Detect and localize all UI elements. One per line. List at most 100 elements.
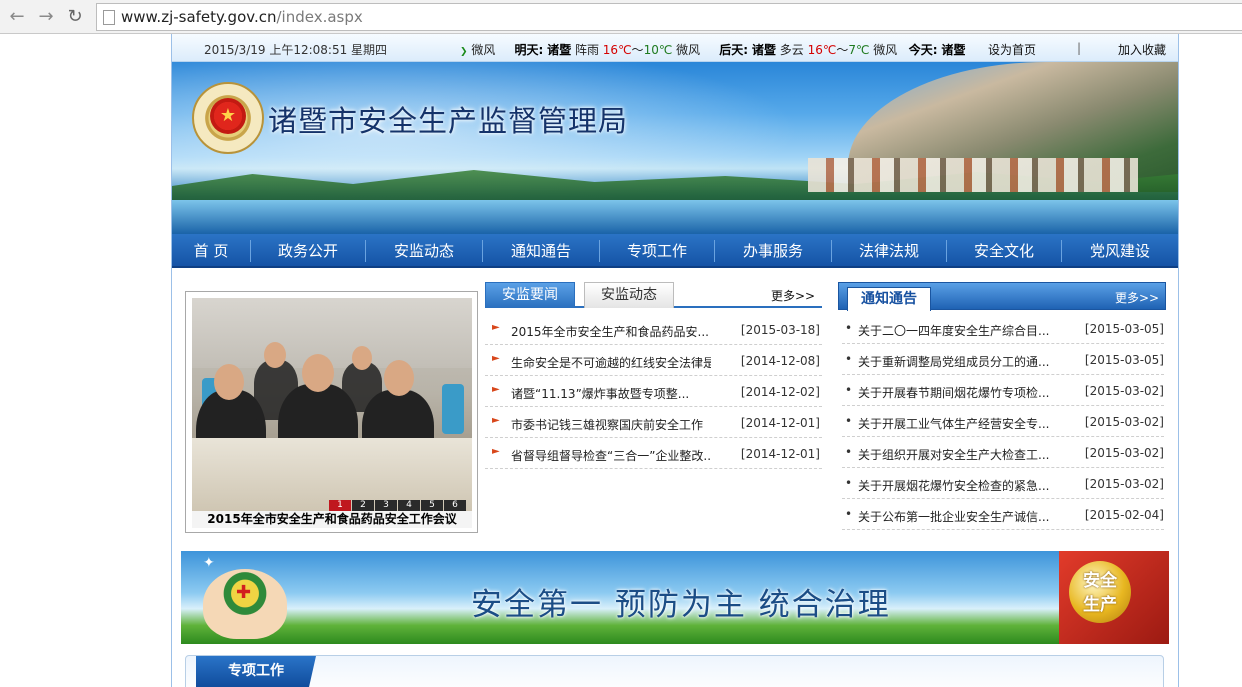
url-path: /index.aspx	[276, 8, 363, 26]
arrow-bullet-icon: ►	[492, 446, 500, 457]
photo-seat	[442, 384, 464, 434]
list-item[interactable]: ► 市委书记钱三雄视察国庆前安全工作 [2014-12-01]	[485, 407, 822, 438]
photo-head	[302, 354, 334, 392]
badge-line-2: 生产	[1083, 595, 1117, 615]
notice-date: [2015-03-05]	[1084, 353, 1164, 367]
page-icon	[103, 10, 115, 25]
list-item[interactable]: • 关于开展工业气体生产经营安全专... [2015-03-02]	[842, 406, 1164, 437]
nav-item-home[interactable]: 首 页	[172, 234, 250, 268]
tab-safety-headlines[interactable]: 安监要闻	[485, 282, 575, 308]
tomorrow-sep: ～	[631, 43, 644, 57]
news-title[interactable]: 生命安全是不可逾越的红线安全法律是...	[511, 354, 711, 371]
list-item[interactable]: ► 2015年全市安全生产和食品药品安... [2015-03-18]	[485, 314, 822, 345]
forward-arrow-icon[interactable]: →	[35, 6, 57, 28]
slide-dot-6[interactable]: 6	[444, 500, 466, 511]
notice-date: [2015-02-04]	[1084, 508, 1164, 522]
nav-item-laws[interactable]: 法律法规	[832, 234, 946, 268]
slogan-text: 安全第一 预防为主 统合治理	[471, 587, 891, 623]
notice-title[interactable]: 关于二〇一四年度安全生产综合目...	[858, 322, 1070, 339]
national-emblem-icon: ★	[192, 82, 264, 154]
main-navigation: 首 页 政务公开 安监动态 通知通告 专项工作 办事服务 法律法规 安全文化 党…	[172, 234, 1178, 268]
notice-title[interactable]: 关于开展春节期间烟花爆竹专项检...	[858, 384, 1070, 401]
slideshow-caption[interactable]: 2015年全市安全生产和食品药品安全工作会议	[192, 511, 472, 528]
list-item[interactable]: • 关于公布第一批企业安全生产诚信... [2015-02-04]	[842, 499, 1164, 530]
nav-item-government-affairs[interactable]: 政务公开	[251, 234, 365, 268]
slide-dot-1[interactable]: 1	[329, 500, 351, 511]
list-item[interactable]: • 关于重新调整局党组成员分工的通... [2015-03-05]	[842, 344, 1164, 375]
news-date: [2014-12-01]	[740, 416, 820, 430]
dot-bullet-icon: •	[845, 445, 853, 459]
notices-more-link[interactable]: 更多>>	[1115, 289, 1159, 306]
address-bar[interactable]: www.zj-safety.gov.cn/index.aspx	[96, 3, 1242, 31]
nav-item-notices[interactable]: 通知通告	[483, 234, 599, 268]
after-high: 16℃	[807, 43, 837, 57]
news-title[interactable]: 诸暨“11.13”爆炸事故暨专项整...	[511, 385, 711, 402]
list-item[interactable]: • 关于二〇一四年度安全生产综合目... [2015-03-05]	[842, 313, 1164, 344]
nav-item-services[interactable]: 办事服务	[715, 234, 831, 268]
special-work-section: 专项工作	[185, 655, 1164, 687]
set-homepage-link[interactable]: 设为首页	[988, 41, 1036, 58]
list-item[interactable]: • 关于开展春节期间烟花爆竹专项检... [2015-03-02]	[842, 375, 1164, 406]
news-more-link[interactable]: 更多>>	[771, 287, 815, 304]
notice-list: • 关于二〇一四年度安全生产综合目... [2015-03-05] • 关于重新调整局…	[842, 313, 1164, 530]
news-date: [2014-12-01]	[740, 447, 820, 461]
current-datetime: 2015/3/19 上午12:08:51 星期四	[204, 43, 388, 57]
url-text[interactable]: www.zj-safety.gov.cn/index.aspx	[121, 8, 363, 26]
after-low: 7℃	[848, 43, 870, 57]
back-arrow-icon[interactable]: ←	[6, 6, 28, 28]
news-title[interactable]: 省督导组督导检查“三合一”企业整改...	[511, 447, 711, 464]
nav-item-safety-culture[interactable]: 安全文化	[947, 234, 1061, 268]
meeting-photo[interactable]: 1 2 3 4 5 6	[192, 298, 472, 511]
safety-production-badge: 安全 生产	[1059, 551, 1169, 644]
news-title[interactable]: 市委书记钱三雄视察国庆前安全工作	[511, 416, 711, 433]
nav-item-special-work[interactable]: 专项工作	[600, 234, 714, 268]
list-item[interactable]: ► 生命安全是不可逾越的红线安全法律是... [2014-12-08]	[485, 345, 822, 376]
slide-dot-4[interactable]: 4	[398, 500, 420, 511]
slideshow-pager: 1 2 3 4 5 6	[328, 500, 466, 511]
dot-bullet-icon: •	[845, 352, 853, 366]
add-favorite-link[interactable]: 加入收藏	[1118, 41, 1166, 58]
slide-dot-2[interactable]: 2	[352, 500, 374, 511]
photo-head	[214, 364, 244, 400]
after-label: 后天:	[719, 43, 749, 57]
notice-title[interactable]: 关于公布第一批企业安全生产诚信...	[858, 508, 1070, 525]
section-title-special-work[interactable]: 专项工作	[196, 656, 316, 687]
notice-date: [2015-03-05]	[1084, 322, 1164, 336]
after-place: 诸暨	[751, 43, 776, 57]
town-scenery	[808, 158, 1138, 192]
reload-icon[interactable]: ↻	[64, 6, 86, 28]
notice-title[interactable]: 关于组织开展对安全生产大检查工...	[858, 446, 1070, 463]
list-item[interactable]: • 关于开展烟花爆竹安全检查的紧急... [2015-03-02]	[842, 468, 1164, 499]
tab-safety-dynamics[interactable]: 安监动态	[584, 282, 674, 308]
list-item[interactable]: ► 省督导组督导检查“三合一”企业整改... [2014-12-01]	[485, 438, 822, 469]
after-wind: 微风	[873, 43, 898, 57]
dot-bullet-icon: •	[845, 383, 853, 397]
list-item[interactable]: ► 诸暨“11.13”爆炸事故暨专项整... [2014-12-02]	[485, 376, 822, 407]
list-item[interactable]: • 关于组织开展对安全生产大检查工... [2015-03-02]	[842, 437, 1164, 468]
slide-dot-3[interactable]: 3	[375, 500, 397, 511]
nav-item-party-building[interactable]: 党风建设	[1062, 234, 1178, 268]
safety-slogan-banner[interactable]: ✦ ✚ 安全第一 预防为主 统合治理 安全 生产	[181, 551, 1169, 644]
notice-title[interactable]: 关于开展工业气体生产经营安全专...	[858, 415, 1070, 432]
tomorrow-high: 16℃	[602, 43, 632, 57]
lake-reflection	[172, 200, 1178, 234]
tomorrow-condition: 阵雨	[574, 43, 599, 57]
notice-title[interactable]: 关于开展烟花爆竹安全检查的紧急...	[858, 477, 1070, 494]
tomorrow-low: 10℃	[643, 43, 673, 57]
news-title[interactable]: 2015年全市安全生产和食品药品安...	[511, 323, 711, 340]
photo-head	[352, 346, 372, 370]
photo-slideshow: 1 2 3 4 5 6 2015年全市安全生产和食品药品安全工作会议	[185, 291, 478, 533]
star-icon: ★	[210, 98, 246, 134]
nav-item-safety-news[interactable]: 安监动态	[366, 234, 482, 268]
today-label: 今天:	[908, 43, 938, 57]
tab-notices[interactable]: 通知通告	[847, 287, 931, 311]
notice-title[interactable]: 关于重新调整局党组成员分工的通...	[858, 353, 1070, 370]
plus-icon: ✚	[236, 582, 252, 603]
dot-bullet-icon: •	[845, 476, 853, 490]
news-date: [2014-12-08]	[740, 354, 820, 368]
news-tabs: 安监要闻 安监动态 更多>>	[485, 282, 822, 308]
badge-line-1: 安全	[1083, 571, 1117, 591]
slide-dot-5[interactable]: 5	[421, 500, 443, 511]
tomorrow-wind: 微风	[676, 43, 701, 57]
dot-bullet-icon: •	[845, 321, 853, 335]
